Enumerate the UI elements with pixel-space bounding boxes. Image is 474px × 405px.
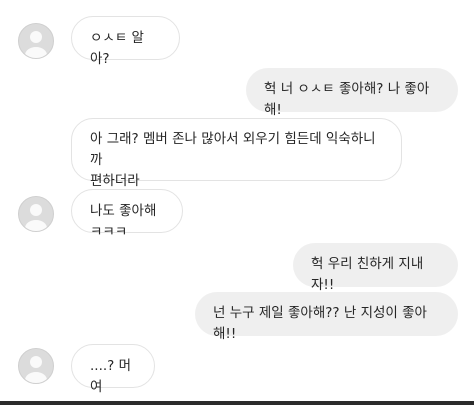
message-bubble-incoming[interactable]: ㅇㅅㅌ 알아? <box>71 16 180 67</box>
avatar[interactable] <box>18 196 54 232</box>
message-bubble-incoming[interactable]: ....? 머여 <box>71 344 155 395</box>
default-profile-avatar-icon <box>25 356 47 383</box>
message-bubble-outgoing[interactable]: 넌 누구 제일 좋아해?? 난 지성이 좋아해!! <box>195 292 458 342</box>
avatar[interactable] <box>18 348 54 384</box>
message-bubble-incoming[interactable]: 나도 좋아해 ㅋㅋㅋ <box>71 189 183 240</box>
message-bubble-outgoing[interactable]: 헉 우리 친하게 지내자!! <box>293 243 458 293</box>
default-profile-avatar-icon <box>25 31 47 58</box>
bottom-divider <box>0 401 474 405</box>
message-bubble-outgoing[interactable]: 헉 너 ㅇㅅㅌ 좋아해? 나 좋아해! <box>246 68 458 118</box>
avatar[interactable] <box>18 23 54 59</box>
message-bubble-incoming[interactable]: 아 그래? 멤버 존나 많아서 외우기 힘든데 익숙하니까 편하더라 <box>71 118 402 189</box>
default-profile-avatar-icon <box>25 204 47 231</box>
